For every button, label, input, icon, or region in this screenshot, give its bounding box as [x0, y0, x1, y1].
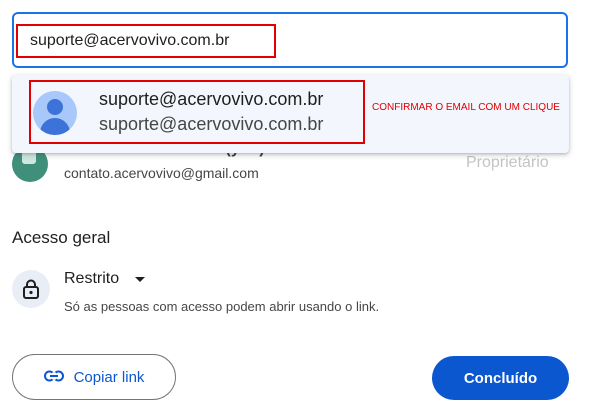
- copy-link-button[interactable]: Copiar link: [12, 354, 176, 400]
- general-access-title: Acesso geral: [12, 228, 111, 247]
- copy-link-label: Copiar link: [73, 368, 145, 386]
- suggestion-item[interactable]: [29, 80, 365, 144]
- done-button[interactable]: Concluído: [432, 356, 569, 400]
- lock-icon: [12, 270, 50, 308]
- search-annotation-box: [16, 24, 276, 58]
- access-level-dropdown[interactable]: Restrito: [64, 268, 146, 290]
- owner-role: Proprietário: [466, 154, 549, 171]
- access-description: Só as pessoas com acesso podem abrir usa…: [64, 299, 380, 314]
- annotation-text: CONFIRMAR O EMAIL COM UM CLIQUE: [372, 102, 560, 113]
- access-level-label: Restrito: [64, 270, 120, 287]
- link-icon: [43, 369, 64, 386]
- owner-email: contato.acervovivo@gmail.com: [64, 165, 259, 181]
- caret-down-icon: [135, 276, 146, 282]
